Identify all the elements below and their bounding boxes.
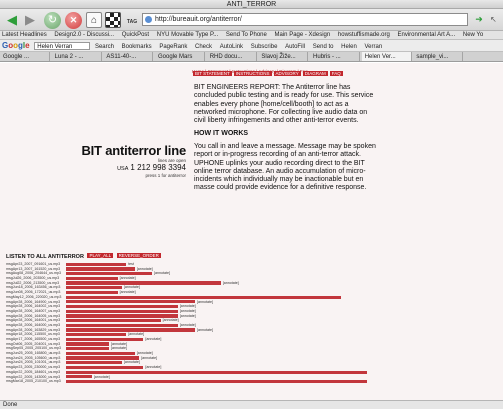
site-nav: BIT STATEMENT INSTRUCTIONS ADVISORY DIAG… bbox=[193, 71, 343, 76]
nav-advisory[interactable]: ADVISORY bbox=[273, 71, 301, 76]
how-it-works-heading: HOW IT WORKS bbox=[194, 130, 249, 137]
recording-length-bar[interactable] bbox=[66, 361, 122, 365]
how-it-works-text: You call in and leave a message. Message… bbox=[194, 143, 376, 192]
bookmark-item[interactable]: New Yo bbox=[463, 31, 483, 39]
recording-length-bar[interactable] bbox=[66, 347, 109, 351]
bookmark-item[interactable]: Latest Headlines bbox=[2, 31, 47, 39]
tag-button[interactable]: TAG bbox=[125, 14, 139, 30]
browser-tab[interactable]: AS11-40-... bbox=[103, 52, 154, 61]
browser-tab[interactable]: RHD docu... bbox=[207, 52, 257, 61]
recording-length-bar[interactable] bbox=[66, 286, 122, 290]
recording-length-bar[interactable] bbox=[66, 272, 152, 276]
browser-tab[interactable]: Google Mars bbox=[155, 52, 206, 61]
browser-tab[interactable]: Luna 2 - ... bbox=[52, 52, 102, 61]
nav-instructions[interactable]: INSTRUCTIONS bbox=[233, 71, 272, 76]
page-content: Home | Statement | Instructions | Adviso… bbox=[0, 63, 503, 400]
nav-faq[interactable]: FAQ bbox=[329, 71, 343, 76]
recording-length-bar[interactable] bbox=[66, 267, 135, 271]
recording-length-bar[interactable] bbox=[66, 323, 178, 327]
recording-length-bar[interactable] bbox=[66, 300, 195, 304]
cursor-icon: ↖ bbox=[490, 15, 497, 24]
play-all-button[interactable]: PLAY_ALL bbox=[87, 253, 114, 258]
recording-length-bar[interactable] bbox=[66, 342, 109, 346]
recording-length-bar[interactable] bbox=[66, 309, 178, 313]
google-toolbar: Google Helen Verran Search Bookmarks Pag… bbox=[0, 40, 503, 52]
google-search-input[interactable]: Helen Verran bbox=[34, 42, 91, 51]
country-label: USA bbox=[117, 166, 129, 172]
recording-length-bar[interactable] bbox=[66, 370, 367, 374]
google-logo: Google bbox=[2, 41, 30, 50]
recording-length-bar[interactable] bbox=[66, 375, 92, 379]
bookmark-item[interactable]: Design2.0 - Discussi... bbox=[54, 31, 114, 39]
address-bar[interactable]: http://bureauit.org/antiterror/ bbox=[142, 13, 468, 26]
bookmarks-bar: Latest Headlines Design2.0 - Discussi...… bbox=[0, 31, 503, 40]
phone-number: USA 1 212 998 3394 bbox=[60, 163, 186, 172]
phone-digits: 1 212 998 3394 bbox=[130, 163, 186, 172]
recording-length-bar[interactable] bbox=[66, 290, 118, 295]
navigation-toolbar: ◀ ▶ ↻ ✕ ⌂ TAG http://bureauit.org/antite… bbox=[0, 9, 503, 31]
back-arrow-icon[interactable]: ◀ bbox=[4, 12, 20, 28]
recording-length-bar[interactable] bbox=[66, 314, 178, 318]
recording-length-bar[interactable] bbox=[66, 262, 127, 266]
status-bar: Done bbox=[0, 400, 503, 409]
pagerank-indicator[interactable]: PageRank bbox=[159, 41, 187, 51]
recording-length-bar[interactable] bbox=[66, 337, 144, 341]
reload-icon[interactable]: ↻ bbox=[44, 12, 61, 29]
press-instruction: press 1 for antiterror bbox=[145, 173, 186, 178]
autolink-button[interactable]: AutoLink bbox=[220, 41, 243, 51]
nav-bit-statement[interactable]: BIT STATEMENT bbox=[193, 71, 232, 76]
recording-row: msgMar18_2005_210100_us.mp3 bbox=[6, 379, 496, 384]
window-title: ANTI_TERROR bbox=[226, 1, 277, 8]
browser-tab-active[interactable]: Helen Ver... bbox=[361, 52, 412, 61]
listen-heading-text: LISTEN TO ALL ANTITERROR bbox=[6, 254, 84, 260]
google-search-button[interactable]: Search bbox=[95, 41, 114, 51]
browser-tab[interactable]: Google ... bbox=[0, 52, 50, 61]
spellcheck-button[interactable]: Check bbox=[195, 41, 212, 51]
recording-filename-link[interactable]: msgMar18_2005_210100_us.mp3 bbox=[6, 379, 61, 384]
bookmark-item[interactable]: Main Page - Xdesign bbox=[275, 31, 331, 39]
engineers-report: BIT ENGINEERS REPORT: The Antiterror lin… bbox=[194, 84, 374, 125]
stop-icon[interactable]: ✕ bbox=[65, 12, 82, 29]
send-to-button[interactable]: Send to bbox=[313, 41, 334, 51]
subscribe-button[interactable]: Subscribe bbox=[251, 41, 278, 51]
reverse-order-button[interactable]: REVERSE_ORDER bbox=[116, 253, 161, 258]
autofill-button[interactable]: AutoFill bbox=[285, 41, 305, 51]
recording-length-bar[interactable] bbox=[66, 333, 127, 337]
recording-length-bar[interactable] bbox=[66, 281, 221, 285]
site-favicon-icon bbox=[145, 16, 152, 23]
recording-length-bar[interactable] bbox=[66, 328, 195, 332]
recording-length-bar[interactable] bbox=[66, 379, 367, 384]
browser-tab[interactable]: Slavoj Žiže... bbox=[258, 52, 309, 61]
recording-length-bar[interactable] bbox=[66, 318, 161, 323]
recording-length-bar[interactable] bbox=[66, 356, 140, 360]
nav-diagram[interactable]: DIAGRAM bbox=[302, 71, 328, 76]
recordings-list: msgApr23_2007_091601_us.mp3 test msgApr13_… bbox=[6, 262, 496, 384]
recording-length-bar[interactable] bbox=[66, 304, 178, 309]
bookmark-item[interactable]: Send To Phone bbox=[226, 31, 267, 39]
recording-length-bar[interactable] bbox=[66, 295, 342, 299]
recording-length-bar[interactable] bbox=[66, 351, 135, 356]
tab-strip: Google ... Luna 2 - ... AS11-40-... Goog… bbox=[0, 52, 503, 62]
bookmark-grid-icon[interactable] bbox=[105, 12, 121, 28]
page-title: BIT antiterror line bbox=[81, 143, 186, 158]
recording-length-bar[interactable] bbox=[66, 365, 144, 370]
highlight-term-verran[interactable]: Verran bbox=[365, 41, 383, 51]
browser-tab[interactable]: Hubris - ... bbox=[310, 52, 361, 61]
go-arrow-icon[interactable]: ➜ bbox=[472, 13, 486, 26]
window-titlebar: ANTI_TERROR bbox=[0, 0, 503, 9]
home-icon[interactable]: ⌂ bbox=[86, 12, 102, 28]
bookmark-item[interactable]: Environmental Art A... bbox=[397, 31, 455, 39]
listen-heading: LISTEN TO ALL ANTITERROR PLAY_ALL REVERS… bbox=[6, 253, 161, 260]
forward-arrow-icon[interactable]: ▶ bbox=[22, 12, 38, 28]
google-bookmarks-button[interactable]: Bookmarks bbox=[122, 41, 152, 51]
bookmark-item[interactable]: howstuffismade.org bbox=[338, 31, 390, 39]
bookmark-item[interactable]: QuickPost bbox=[122, 31, 149, 39]
browser-tab[interactable]: sample_vi... bbox=[413, 52, 464, 61]
highlight-term-helen[interactable]: Helen bbox=[341, 41, 357, 51]
status-text: Done bbox=[3, 402, 18, 408]
address-url: http://bureauit.org/antiterror/ bbox=[155, 16, 242, 23]
recording-length-bar[interactable] bbox=[66, 276, 118, 281]
bookmark-item[interactable]: NYU Movable Type P... bbox=[157, 31, 218, 39]
